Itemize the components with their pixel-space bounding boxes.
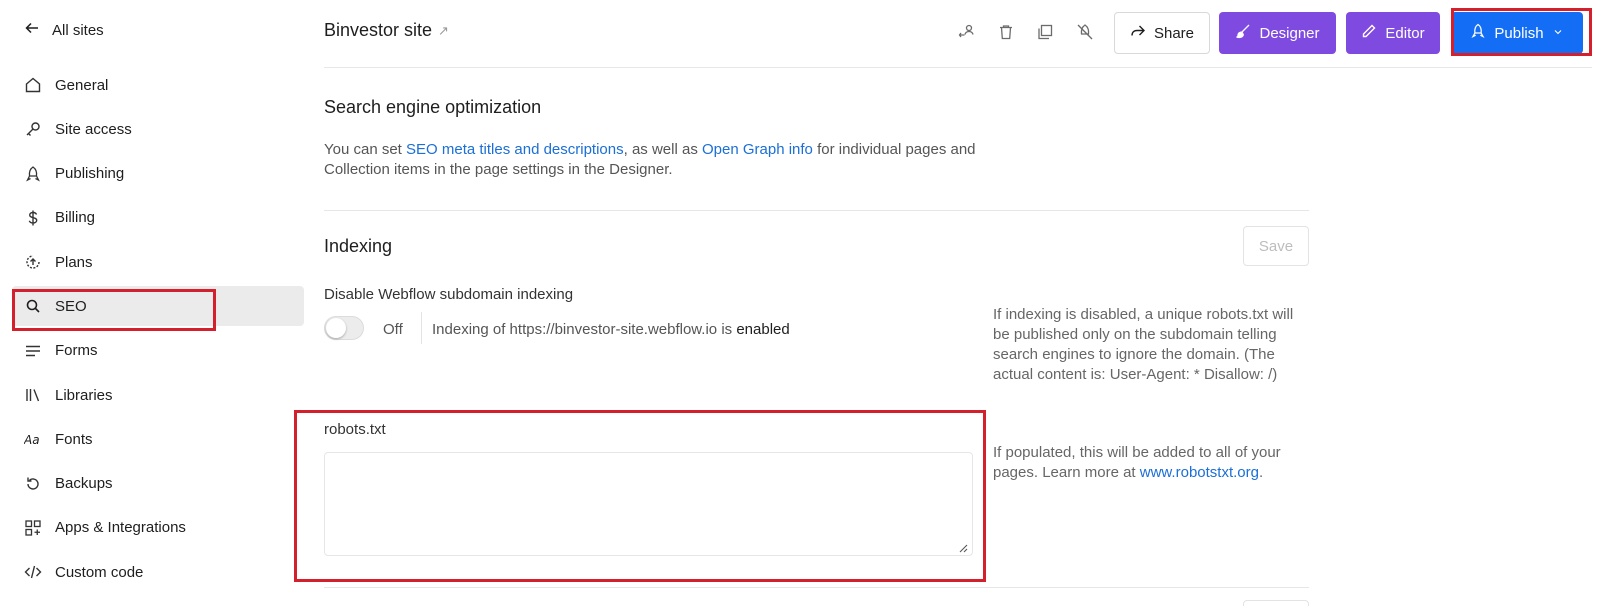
toggle-knob (326, 318, 346, 338)
sidebar-item-general[interactable]: General (12, 65, 304, 105)
trash-icon[interactable] (996, 22, 1016, 42)
sidebar-item-seo[interactable]: SEO (12, 286, 304, 327)
sidebar: All sites General Site access Publishing… (0, 0, 305, 606)
sidebar-item-backups[interactable]: Backups (12, 464, 304, 504)
fonts-icon: Aa (24, 430, 42, 448)
home-icon (24, 76, 42, 94)
sidebar-item-label: Custom code (55, 563, 144, 581)
code-icon (24, 563, 42, 581)
sidebar-item-label: Site access (55, 120, 132, 138)
arrow-left-icon (24, 20, 40, 40)
no-publish-icon[interactable] (1075, 22, 1095, 42)
section-divider (324, 587, 1309, 588)
sidebar-item-apps-integrations[interactable]: Apps & Integrations (12, 508, 304, 548)
sidebar-item-label: Publishing (55, 165, 125, 183)
resize-grip-icon[interactable] (958, 543, 968, 553)
dollar-icon (24, 209, 42, 227)
save-button[interactable]: Save (1243, 226, 1309, 266)
editor-label: Editor (1385, 24, 1425, 42)
sidebar-item-publishing[interactable]: Publishing (12, 154, 304, 194)
sidebar-item-label: Backups (55, 475, 113, 493)
open-graph-link[interactable]: Open Graph info (702, 141, 813, 158)
toggle-state-label: Off (383, 321, 403, 338)
designer-label: Designer (1259, 24, 1320, 42)
sidebar-item-plans[interactable]: Plans (12, 242, 304, 282)
duplicate-icon[interactable] (1035, 22, 1055, 42)
publish-label: Publish (1494, 24, 1544, 42)
sidebar-item-label: Forms (55, 342, 98, 360)
sidebar-item-label: Libraries (55, 386, 113, 404)
share-button[interactable]: Share (1114, 12, 1210, 54)
apps-icon (24, 519, 42, 537)
indexing-section-title: Indexing (324, 236, 393, 256)
brush-icon (1235, 23, 1251, 43)
share-icon (1130, 23, 1146, 43)
header-divider (324, 67, 1592, 68)
seo-section-title: Search engine optimization (324, 97, 542, 117)
all-sites-label: All sites (52, 21, 104, 39)
rocket-icon (1470, 23, 1486, 43)
external-link-icon: ↗ (438, 22, 449, 38)
sidebar-item-fonts[interactable]: Aa Fonts (12, 419, 304, 459)
search-icon (24, 297, 42, 315)
robots-txt-input[interactable] (324, 452, 973, 556)
libraries-icon (24, 386, 42, 404)
sidebar-item-libraries[interactable]: Libraries (12, 375, 304, 415)
indexing-status: Indexing of https://binvestor-site.webfl… (432, 321, 790, 338)
sidebar-item-custom-code[interactable]: Custom code (12, 552, 304, 592)
disable-indexing-label: Disable Webflow subdomain indexing (324, 286, 574, 303)
sidebar-item-label: SEO (55, 297, 87, 315)
key-icon (24, 120, 42, 138)
chevron-down-icon (1552, 25, 1564, 42)
transfer-site-icon[interactable] (957, 22, 977, 42)
sidebar-item-forms[interactable]: Forms (12, 331, 304, 371)
seo-description-text: , as well as (623, 141, 702, 158)
all-sites-link[interactable]: All sites (24, 20, 104, 40)
rocket-icon (24, 165, 42, 183)
forms-icon (24, 342, 42, 360)
sidebar-item-label: Plans (55, 253, 93, 271)
sidebar-item-label: Billing (55, 209, 96, 227)
indexing-status-value: enabled (736, 321, 790, 338)
seo-meta-link[interactable]: SEO meta titles and descriptions (406, 141, 624, 158)
site-title-text: Binvestor site (324, 20, 433, 40)
sidebar-item-label: Apps & Integrations (55, 519, 186, 537)
svg-text:Aa: Aa (24, 433, 40, 447)
robots-txt-label: robots.txt (324, 421, 386, 438)
settings-nav: General Site access Publishing Billing P… (12, 65, 304, 597)
seo-description-text: You can set (324, 141, 407, 158)
publish-button[interactable]: Publish (1451, 12, 1583, 54)
next-section-button[interactable] (1243, 600, 1309, 606)
disable-indexing-toggle[interactable] (324, 316, 364, 340)
editor-button[interactable]: Editor (1346, 12, 1440, 54)
sidebar-item-site-access[interactable]: Site access (12, 109, 304, 149)
sidebar-item-label: General (55, 76, 109, 94)
indexing-status-prefix: Indexing of https://binvestor-site.webfl… (432, 321, 737, 338)
backup-icon (24, 475, 42, 493)
site-title[interactable]: Binvestor site ↗ (324, 20, 449, 41)
robots-help-text: If populated, this will be added to all … (993, 443, 1303, 483)
section-divider (324, 210, 1309, 211)
share-label: Share (1153, 24, 1195, 42)
indexing-help-text: If indexing is disabled, a unique robots… (993, 306, 1294, 383)
designer-button[interactable]: Designer (1219, 12, 1336, 54)
sidebar-item-label: Fonts (55, 430, 93, 448)
vertical-separator (421, 312, 422, 344)
pencil-icon (1361, 23, 1377, 43)
robots-help-suffix: . (1258, 464, 1264, 481)
seo-description: You can set SEO meta titles and descript… (324, 140, 984, 180)
plans-icon (24, 253, 42, 271)
sidebar-item-billing[interactable]: Billing (12, 198, 304, 238)
robotstxt-org-link[interactable]: www.robotstxt.org (1140, 464, 1259, 481)
